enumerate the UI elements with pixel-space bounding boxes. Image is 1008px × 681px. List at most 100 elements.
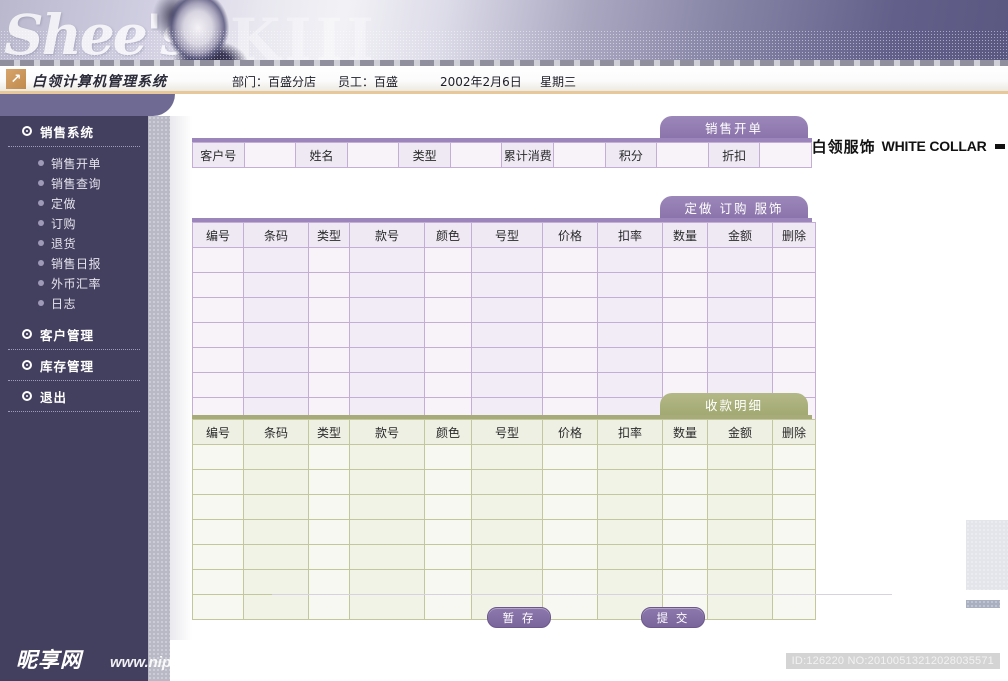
payment-cell[interactable] [243, 494, 309, 520]
items-cell[interactable] [192, 247, 244, 273]
payment-cell[interactable] [471, 519, 543, 545]
payment-cell[interactable] [424, 569, 472, 595]
payment-cell[interactable] [707, 569, 773, 595]
items-cell[interactable] [424, 372, 472, 398]
payment-cell[interactable] [192, 519, 244, 545]
items-cell[interactable] [597, 272, 663, 298]
sidebar-group-0[interactable]: 销售系统 [8, 116, 140, 147]
items-cell[interactable] [349, 297, 425, 323]
payment-cell[interactable] [243, 519, 309, 545]
items-cell[interactable] [471, 272, 543, 298]
items-cell[interactable] [542, 347, 598, 373]
items-cell[interactable] [542, 322, 598, 348]
items-cell[interactable] [662, 247, 708, 273]
payment-cell[interactable] [243, 469, 309, 495]
items-cell[interactable] [424, 322, 472, 348]
items-cell[interactable] [424, 272, 472, 298]
items-cell[interactable] [243, 297, 309, 323]
items-cell[interactable] [192, 372, 244, 398]
sidebar-item-0-5[interactable]: 销售日报 [0, 253, 148, 273]
customer-field-input-5[interactable] [759, 142, 812, 168]
sidebar-group-3[interactable]: 退出 [8, 381, 140, 412]
items-cell[interactable] [707, 297, 773, 323]
payment-cell[interactable] [308, 544, 350, 570]
payment-cell[interactable] [542, 444, 598, 470]
payment-cell[interactable] [772, 544, 816, 570]
items-cell[interactable] [424, 347, 472, 373]
customer-panel-tab[interactable]: 销售开单 [660, 116, 808, 138]
payment-cell[interactable] [662, 444, 708, 470]
items-cell[interactable] [471, 247, 543, 273]
sidebar-item-0-7[interactable]: 日志 [0, 293, 148, 313]
items-cell[interactable] [471, 297, 543, 323]
items-cell[interactable] [707, 272, 773, 298]
payment-cell[interactable] [597, 469, 663, 495]
items-cell[interactable] [471, 347, 543, 373]
payment-cell[interactable] [308, 569, 350, 595]
sidebar-item-0-2[interactable]: 定做 [0, 193, 148, 213]
payment-cell[interactable] [772, 469, 816, 495]
sidebar-item-0-6[interactable]: 外币汇率 [0, 273, 148, 293]
items-cell[interactable] [597, 372, 663, 398]
payment-cell[interactable] [707, 544, 773, 570]
payment-cell[interactable] [308, 469, 350, 495]
payment-cell[interactable] [349, 494, 425, 520]
payment-cell[interactable] [707, 444, 773, 470]
items-cell[interactable] [597, 347, 663, 373]
items-cell[interactable] [707, 322, 773, 348]
items-cell[interactable] [772, 347, 816, 373]
items-cell[interactable] [597, 322, 663, 348]
payment-cell[interactable] [542, 519, 598, 545]
payment-cell[interactable] [349, 469, 425, 495]
payment-cell[interactable] [597, 494, 663, 520]
items-cell[interactable] [192, 297, 244, 323]
payment-cell[interactable] [349, 444, 425, 470]
payment-cell[interactable] [542, 544, 598, 570]
payment-cell[interactable] [308, 494, 350, 520]
items-cell[interactable] [772, 272, 816, 298]
payment-cell[interactable] [192, 544, 244, 570]
customer-field-input-4[interactable] [656, 142, 709, 168]
payment-cell[interactable] [471, 444, 543, 470]
items-cell[interactable] [542, 372, 598, 398]
payment-cell[interactable] [707, 469, 773, 495]
payment-cell[interactable] [308, 444, 350, 470]
save-draft-button[interactable]: 暂 存 [487, 607, 551, 628]
payment-cell[interactable] [597, 444, 663, 470]
payment-cell[interactable] [308, 519, 350, 545]
payment-cell[interactable] [662, 519, 708, 545]
payment-cell[interactable] [597, 519, 663, 545]
items-cell[interactable] [707, 247, 773, 273]
payment-cell[interactable] [349, 569, 425, 595]
sidebar-group-2[interactable]: 库存管理 [8, 350, 140, 381]
payment-cell[interactable] [424, 444, 472, 470]
payment-cell[interactable] [471, 544, 543, 570]
items-panel-tab[interactable]: 定做 订购 服饰 [660, 196, 808, 218]
items-cell[interactable] [471, 322, 543, 348]
items-cell[interactable] [772, 247, 816, 273]
items-cell[interactable] [349, 322, 425, 348]
payment-cell[interactable] [471, 569, 543, 595]
items-cell[interactable] [597, 297, 663, 323]
payment-cell[interactable] [424, 469, 472, 495]
payment-cell[interactable] [662, 494, 708, 520]
items-cell[interactable] [424, 297, 472, 323]
payment-cell[interactable] [707, 519, 773, 545]
items-cell[interactable] [192, 272, 244, 298]
payment-panel-tab[interactable]: 收款明细 [660, 393, 808, 415]
items-cell[interactable] [243, 322, 309, 348]
customer-field-input-0[interactable] [243, 142, 297, 168]
payment-cell[interactable] [243, 569, 309, 595]
items-cell[interactable] [542, 247, 598, 273]
payment-cell[interactable] [662, 569, 708, 595]
payment-cell[interactable] [243, 444, 309, 470]
sidebar-item-0-3[interactable]: 订购 [0, 213, 148, 233]
items-cell[interactable] [349, 272, 425, 298]
items-cell[interactable] [707, 347, 773, 373]
payment-cell[interactable] [542, 494, 598, 520]
items-cell[interactable] [192, 347, 244, 373]
payment-cell[interactable] [192, 569, 244, 595]
items-cell[interactable] [772, 322, 816, 348]
payment-cell[interactable] [772, 444, 816, 470]
items-cell[interactable] [243, 272, 309, 298]
